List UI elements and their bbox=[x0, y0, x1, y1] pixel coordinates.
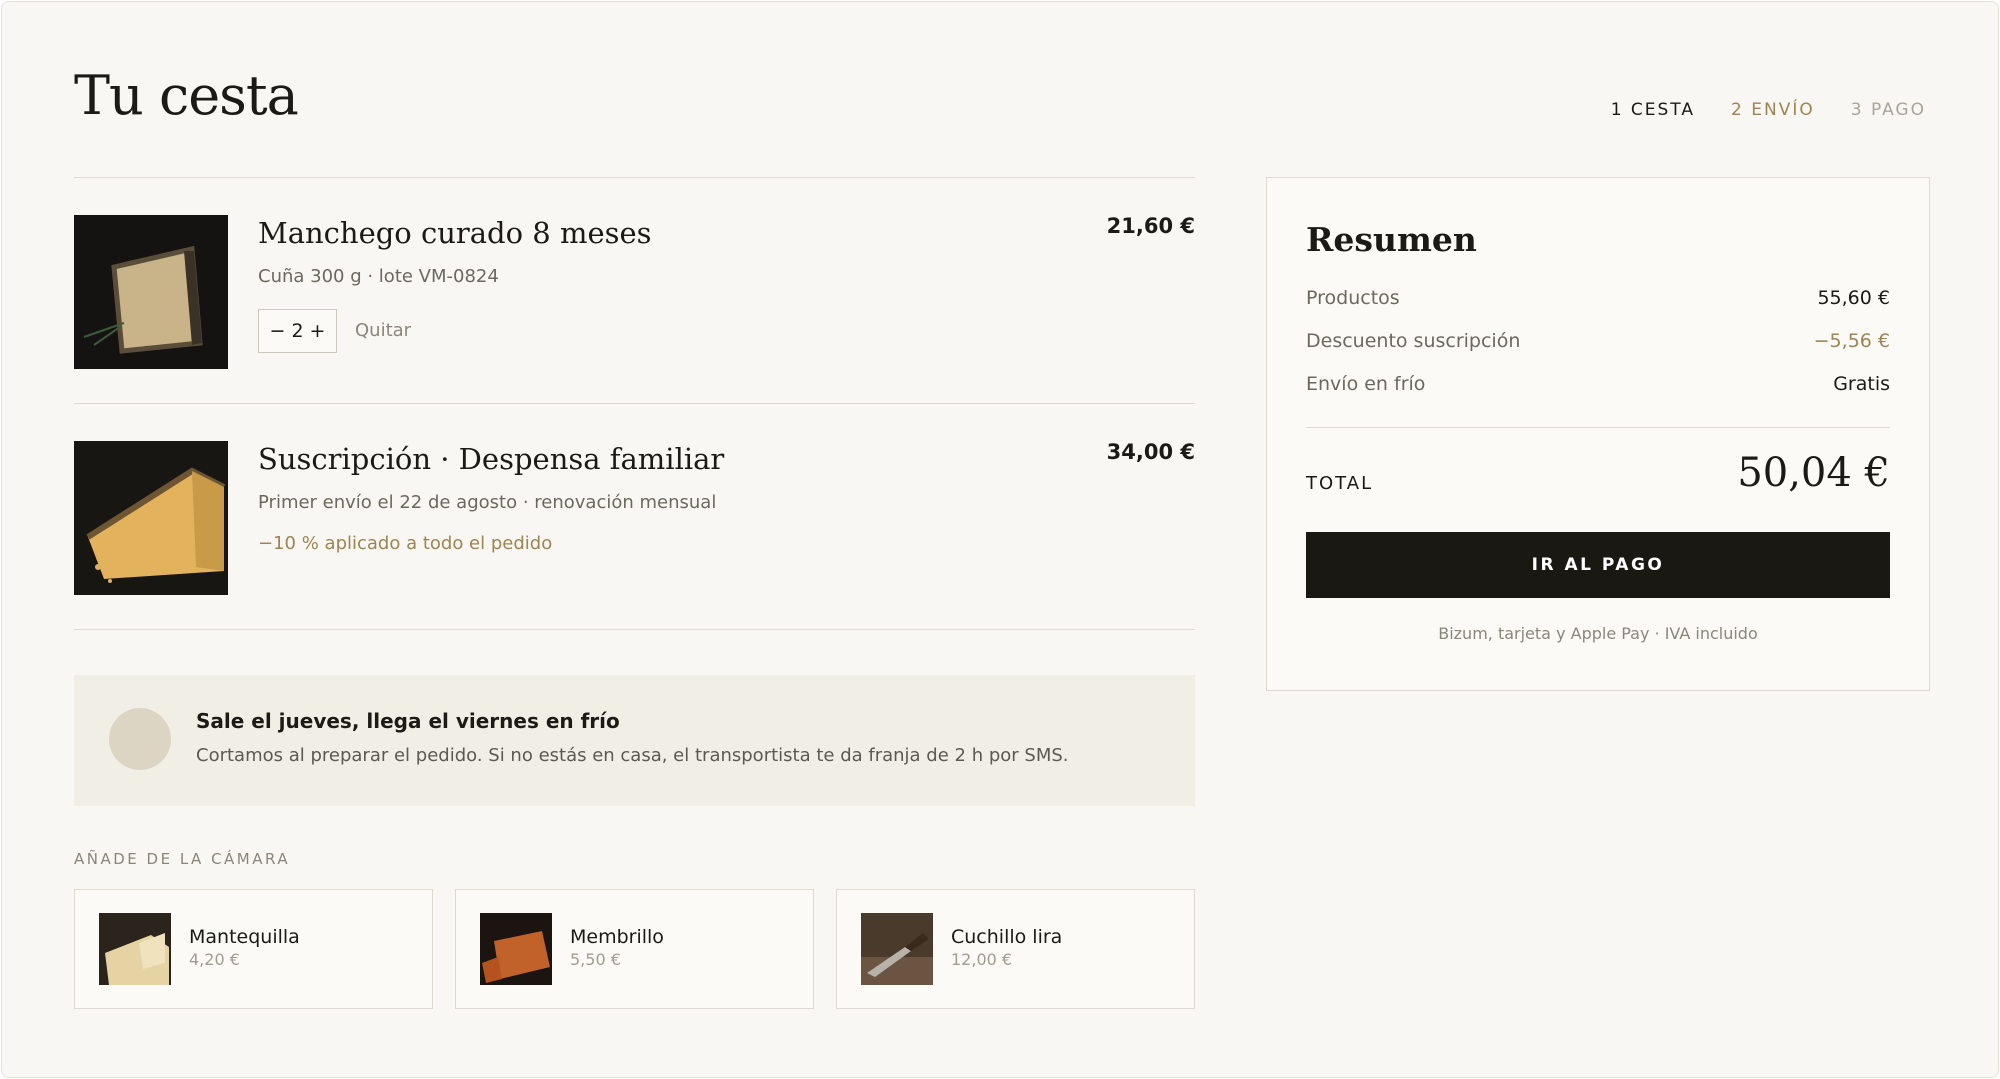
payment-note: Bizum, tarjeta y Apple Pay · IVA incluid… bbox=[1438, 624, 1758, 643]
checkout-page: Tu cesta 1 CESTA 2 ENVÍO 3 PAGO Manchego… bbox=[1, 1, 1999, 1078]
step-cesta[interactable]: 1 CESTA bbox=[1611, 100, 1695, 120]
addon-card-cuchillo[interactable]: Cuchillo lira 12,00 € bbox=[836, 889, 1195, 1009]
total-value: 50,04 € bbox=[1737, 450, 1890, 496]
qty-decrease-button[interactable]: − bbox=[270, 320, 286, 342]
remove-item-link[interactable]: Quitar bbox=[355, 320, 411, 341]
addon-price: 5,50 € bbox=[570, 950, 621, 969]
step-envio[interactable]: 2 ENVÍO bbox=[1731, 100, 1815, 120]
item-name[interactable]: Suscripción · Despensa familiar bbox=[258, 442, 724, 476]
item-meta: Cuña 300 g · lote VM-0824 bbox=[258, 266, 499, 287]
delivery-icon bbox=[109, 708, 171, 770]
item-name[interactable]: Manchego curado 8 meses bbox=[258, 216, 652, 250]
total-label: TOTAL bbox=[1306, 473, 1374, 494]
cart-item-manchego: Manchego curado 8 meses 21,60 € Cuña 300… bbox=[74, 178, 1195, 404]
discount-note: −10 % aplicado a todo el pedido bbox=[258, 533, 553, 554]
checkout-steps: 1 CESTA 2 ENVÍO 3 PAGO bbox=[1611, 100, 1926, 120]
delivery-text: Cortamos al preparar el pedido. Si no es… bbox=[196, 745, 1069, 766]
item-meta: Primer envío el 22 de agosto · renovació… bbox=[258, 492, 717, 513]
addon-name: Mantequilla bbox=[189, 926, 300, 948]
row-label: Productos bbox=[1306, 287, 1400, 309]
delivery-banner: Sale el jueves, llega el viernes en frío… bbox=[74, 675, 1195, 806]
cart-items: Manchego curado 8 meses 21,60 € Cuña 300… bbox=[74, 177, 1195, 630]
row-value: −5,56 € bbox=[1813, 330, 1890, 352]
delivery-title: Sale el jueves, llega el viernes en frío bbox=[196, 709, 620, 733]
membrillo-image bbox=[480, 913, 552, 985]
divider bbox=[1306, 427, 1890, 428]
item-price: 21,60 € bbox=[1106, 214, 1195, 238]
cuchillo-image bbox=[861, 913, 933, 985]
addon-price: 12,00 € bbox=[951, 950, 1013, 969]
checkout-button[interactable]: IR AL PAGO bbox=[1306, 532, 1890, 598]
row-label: Descuento suscripción bbox=[1306, 330, 1521, 352]
addon-name: Cuchillo lira bbox=[951, 926, 1063, 948]
summary-row-envio: Envío en frío Gratis bbox=[1306, 373, 1890, 395]
addon-price: 4,20 € bbox=[189, 950, 240, 969]
summary-row-descuento: Descuento suscripción −5,56 € bbox=[1306, 330, 1890, 352]
summary-row-productos: Productos 55,60 € bbox=[1306, 287, 1890, 309]
addons-label: AÑADE DE LA CÁMARA bbox=[74, 850, 291, 868]
addon-card-mantequilla[interactable]: Mantequilla 4,20 € bbox=[74, 889, 433, 1009]
manchego-image bbox=[74, 215, 228, 369]
row-value: 55,60 € bbox=[1817, 287, 1890, 309]
row-value: Gratis bbox=[1833, 373, 1890, 395]
subscription-image bbox=[74, 441, 228, 595]
mantequilla-image bbox=[99, 913, 171, 985]
addon-name: Membrillo bbox=[570, 926, 664, 948]
cart-item-subscription: Suscripción · Despensa familiar 34,00 € … bbox=[74, 404, 1195, 630]
summary-title: Resumen bbox=[1306, 220, 1477, 259]
quantity-stepper: − 2 + bbox=[258, 309, 337, 353]
item-price: 34,00 € bbox=[1106, 440, 1195, 464]
qty-increase-button[interactable]: + bbox=[310, 320, 326, 342]
qty-value: 2 bbox=[291, 320, 304, 342]
row-label: Envío en frío bbox=[1306, 373, 1426, 395]
step-pago[interactable]: 3 PAGO bbox=[1851, 100, 1926, 120]
order-summary: Resumen Productos 55,60 € Descuento susc… bbox=[1266, 177, 1930, 691]
addon-card-membrillo[interactable]: Membrillo 5,50 € bbox=[455, 889, 814, 1009]
page-title: Tu cesta bbox=[74, 64, 299, 127]
